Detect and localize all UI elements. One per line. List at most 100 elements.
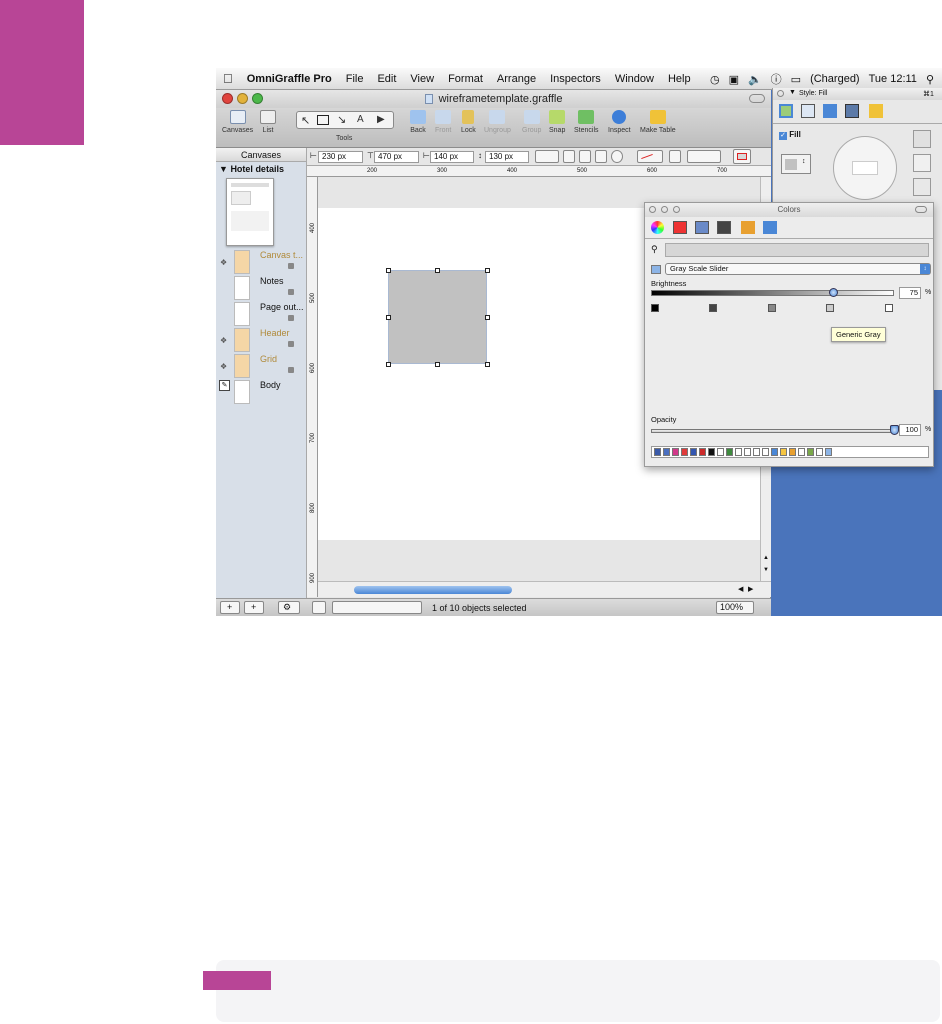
- crayons-icon[interactable]: [741, 221, 755, 234]
- color-swatch[interactable]: [708, 448, 715, 456]
- color-swatch[interactable]: [789, 448, 796, 456]
- opacity-slider-thumb[interactable]: [890, 425, 899, 435]
- line-width-field[interactable]: [687, 150, 721, 163]
- layer-row[interactable]: Header: [234, 328, 304, 352]
- width-field[interactable]: 140 px: [430, 151, 474, 163]
- gray-preset-black[interactable]: [651, 304, 659, 312]
- style-tray[interactable]: [332, 601, 422, 614]
- time-machine-icon[interactable]: ◷: [710, 73, 720, 86]
- gray-preset-dark[interactable]: [709, 304, 717, 312]
- text-tool-icon[interactable]: A: [357, 114, 364, 125]
- edit-layer-icon[interactable]: ✎: [219, 380, 230, 391]
- make-table-button[interactable]: Make Table: [640, 110, 676, 134]
- inspector-titlebar[interactable]: ▼ Style: Fill ⌘1: [773, 88, 942, 100]
- lock-icon[interactable]: [288, 289, 294, 295]
- print-icon[interactable]: ❖: [220, 258, 227, 267]
- gray-preset-mid[interactable]: [768, 304, 776, 312]
- lock-icon[interactable]: [288, 367, 294, 373]
- shape-tool-icon[interactable]: [317, 115, 329, 125]
- menu-inspectors[interactable]: Inspectors: [543, 73, 608, 85]
- stroke-tab-icon[interactable]: [801, 104, 815, 118]
- menu-help[interactable]: Help: [661, 73, 698, 85]
- fill-tab-icon[interactable]: [779, 104, 793, 118]
- battery-status[interactable]: (Charged): [810, 73, 860, 85]
- fill-option-button[interactable]: [913, 154, 931, 172]
- canvas-thumbnail[interactable]: [226, 178, 274, 246]
- zoom-button[interactable]: [252, 93, 263, 104]
- layer-row[interactable]: Canvas t...: [234, 250, 304, 274]
- x-position-field[interactable]: 230 px: [318, 151, 363, 163]
- scroll-right-arrow-icon[interactable]: ▶: [748, 585, 753, 593]
- resize-handle[interactable]: [435, 268, 440, 273]
- selection-mode-button[interactable]: [312, 601, 326, 614]
- menu-arrange[interactable]: Arrange: [490, 73, 543, 85]
- gray-preset-light[interactable]: [826, 304, 834, 312]
- app-menu[interactable]: OmniGraffle Pro: [240, 73, 339, 85]
- color-swatch[interactable]: [681, 448, 688, 456]
- shadow-button[interactable]: [733, 149, 751, 164]
- color-swatch[interactable]: [762, 448, 769, 456]
- color-swatch[interactable]: [735, 448, 742, 456]
- selected-rectangle-shape[interactable]: [388, 270, 487, 364]
- resize-handle[interactable]: [386, 268, 391, 273]
- menu-window[interactable]: Window: [608, 73, 661, 85]
- menu-view[interactable]: View: [403, 73, 441, 85]
- front-button[interactable]: Front: [435, 110, 451, 134]
- color-swatch[interactable]: [663, 448, 670, 456]
- line-style-button[interactable]: [669, 150, 681, 163]
- brightness-value-field[interactable]: 75: [899, 287, 921, 299]
- color-swatch[interactable]: [690, 448, 697, 456]
- inspect-button[interactable]: Inspect: [608, 110, 631, 134]
- lock-icon[interactable]: [288, 315, 294, 321]
- snap-button[interactable]: Snap: [549, 110, 565, 134]
- menu-format[interactable]: Format: [441, 73, 490, 85]
- opacity-slider-track[interactable]: [651, 429, 894, 433]
- fill-option-button[interactable]: [913, 178, 931, 196]
- color-swatch[interactable]: [798, 448, 805, 456]
- apple-icon[interactable]: : [216, 71, 240, 86]
- shape-style-button[interactable]: [611, 150, 623, 163]
- fill-color-well[interactable]: ↕: [781, 154, 811, 174]
- color-swatch[interactable]: [672, 448, 679, 456]
- color-swatch[interactable]: [771, 448, 778, 456]
- ungroup-button[interactable]: Ungroup: [484, 110, 511, 134]
- menu-file[interactable]: File: [339, 73, 371, 85]
- close-button[interactable]: [649, 206, 656, 213]
- resize-handle[interactable]: [435, 362, 440, 367]
- shadow-tab-icon[interactable]: [823, 104, 837, 118]
- fill-option-button[interactable]: [913, 130, 931, 148]
- color-swatch[interactable]: [816, 448, 823, 456]
- lock-icon[interactable]: [288, 341, 294, 347]
- color-search-field[interactable]: [665, 243, 929, 257]
- layer-row[interactable]: Notes: [234, 276, 304, 300]
- group-button[interactable]: Group: [522, 110, 541, 134]
- style-button[interactable]: [595, 150, 607, 163]
- resize-handle[interactable]: [386, 362, 391, 367]
- color-swatch[interactable]: [717, 448, 724, 456]
- stencils-button[interactable]: Stencils: [574, 110, 599, 134]
- zoom-popup[interactable]: 100%: [716, 601, 754, 614]
- fill-popup-button[interactable]: [535, 150, 559, 163]
- resize-handle[interactable]: [485, 268, 490, 273]
- resize-handle[interactable]: [485, 362, 490, 367]
- canvas-row[interactable]: ▼ Hotel details: [219, 164, 284, 174]
- color-lists-icon[interactable]: [763, 221, 777, 234]
- selection-tool-icon[interactable]: ↖: [301, 114, 310, 127]
- stroke-popup-button[interactable]: [637, 150, 663, 163]
- clock[interactable]: Tue 12:11: [869, 73, 917, 85]
- color-palettes-icon[interactable]: [695, 221, 709, 234]
- color-swatch[interactable]: [699, 448, 706, 456]
- disclosure-triangle-icon[interactable]: ▼: [219, 164, 228, 174]
- display-icon[interactable]: ▣: [729, 73, 739, 86]
- alert-icon[interactable]: ⓘ: [771, 71, 782, 87]
- image-palettes-icon[interactable]: [717, 221, 731, 234]
- color-swatch[interactable]: [780, 448, 787, 456]
- list-button[interactable]: List: [260, 110, 276, 134]
- print-icon[interactable]: ❖: [220, 336, 227, 345]
- more-tools-icon[interactable]: ▶: [377, 114, 385, 125]
- fill-checkbox-row[interactable]: ✓ Fill: [779, 130, 801, 140]
- layer-row[interactable]: Body: [234, 380, 304, 404]
- back-button[interactable]: Back: [410, 110, 426, 134]
- minimize-button[interactable]: [237, 93, 248, 104]
- opacity-value-field[interactable]: 100: [899, 424, 921, 436]
